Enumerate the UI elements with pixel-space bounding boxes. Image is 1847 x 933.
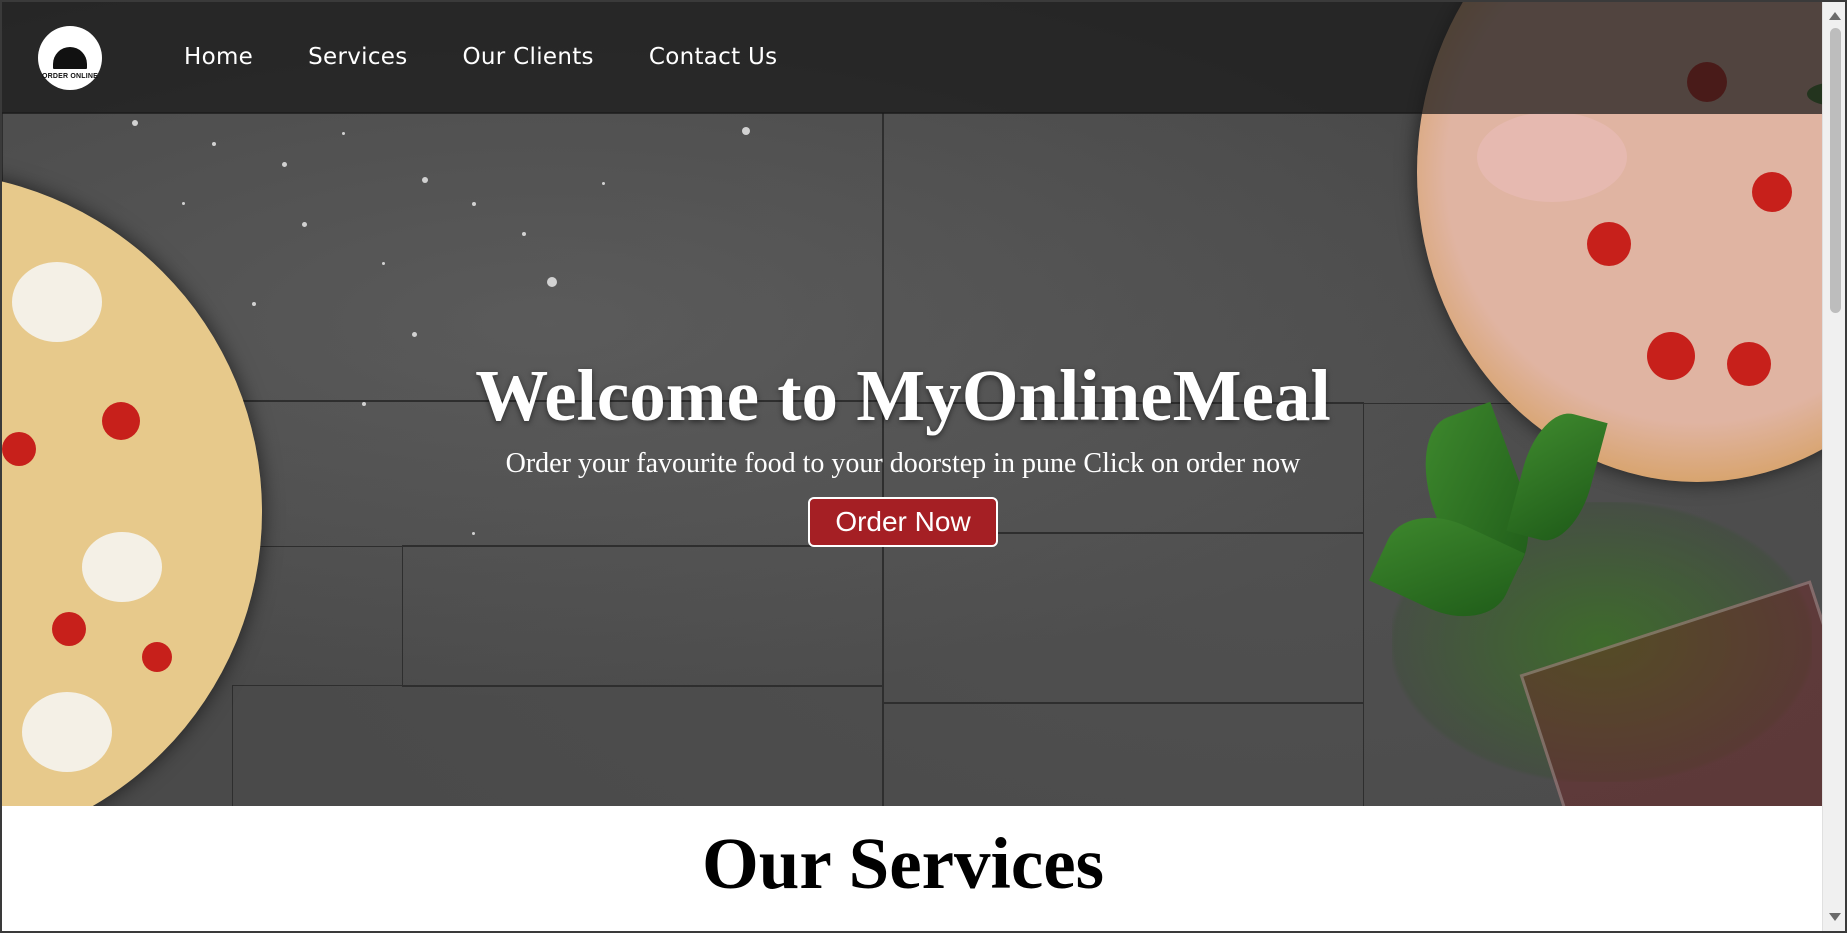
vertical-scrollbar[interactable] bbox=[1822, 2, 1845, 931]
logo-text: ORDER ONLINE bbox=[41, 73, 99, 80]
nav-contact-us[interactable]: Contact Us bbox=[649, 44, 778, 70]
nav-services[interactable]: Services bbox=[308, 44, 407, 70]
scroll-up-arrow-icon[interactable] bbox=[1829, 12, 1841, 20]
hero-content: Welcome to MyOnlineMeal Order your favou… bbox=[2, 354, 1804, 547]
hero-subtitle: Order your favourite food to your doorst… bbox=[505, 448, 1301, 479]
browser-viewport: ORDER ONLINE Home Services Our Clients C… bbox=[0, 0, 1847, 933]
hero-title: Welcome to MyOnlineMeal bbox=[475, 355, 1331, 436]
main-nav: Home Services Our Clients Contact Us bbox=[184, 44, 832, 70]
cloche-dome bbox=[53, 47, 87, 69]
scroll-down-arrow-icon[interactable] bbox=[1829, 913, 1841, 921]
site-header: ORDER ONLINE Home Services Our Clients C… bbox=[2, 2, 1822, 114]
scrollbar-thumb[interactable] bbox=[1830, 28, 1841, 313]
nav-our-clients[interactable]: Our Clients bbox=[463, 44, 594, 70]
order-now-button[interactable]: Order Now bbox=[808, 497, 998, 547]
cloche-logo-icon[interactable]: ORDER ONLINE bbox=[38, 26, 102, 90]
services-title: Our Services bbox=[701, 823, 1105, 904]
nav-home[interactable]: Home bbox=[184, 44, 253, 70]
